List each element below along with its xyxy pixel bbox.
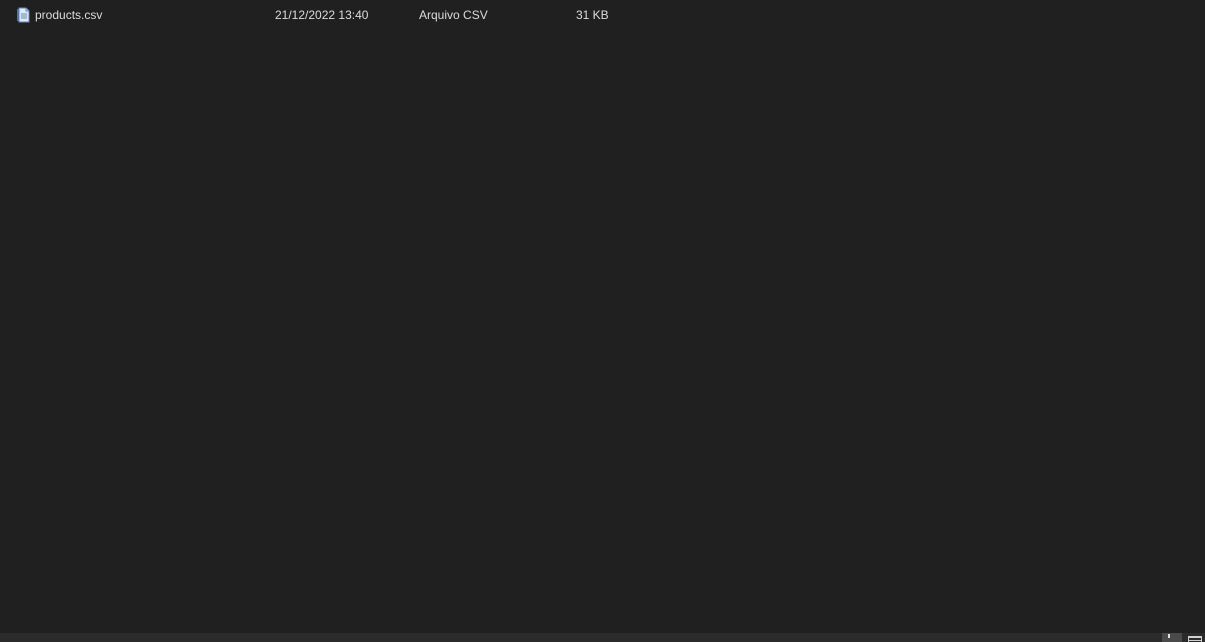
tiles-view-icon (1188, 636, 1202, 642)
file-row[interactable]: products.csv 21/12/2022 13:40 Arquivo CS… (10, 4, 620, 26)
file-type: Arquivo CSV (419, 8, 488, 22)
details-view-button[interactable] (1162, 633, 1182, 642)
file-name[interactable]: products.csv (35, 4, 102, 26)
file-date-modified: 21/12/2022 13:40 (275, 8, 369, 22)
details-view-icon (1168, 634, 1170, 638)
csv-file-icon (16, 7, 32, 23)
file-list-pane[interactable]: products.csv 21/12/2022 13:40 Arquivo CS… (0, 0, 1205, 633)
file-size: 31 KB (576, 8, 609, 22)
file-name-cell[interactable]: products.csv (16, 4, 102, 26)
status-bar (0, 633, 1205, 642)
tiles-view-button[interactable] (1186, 633, 1205, 642)
